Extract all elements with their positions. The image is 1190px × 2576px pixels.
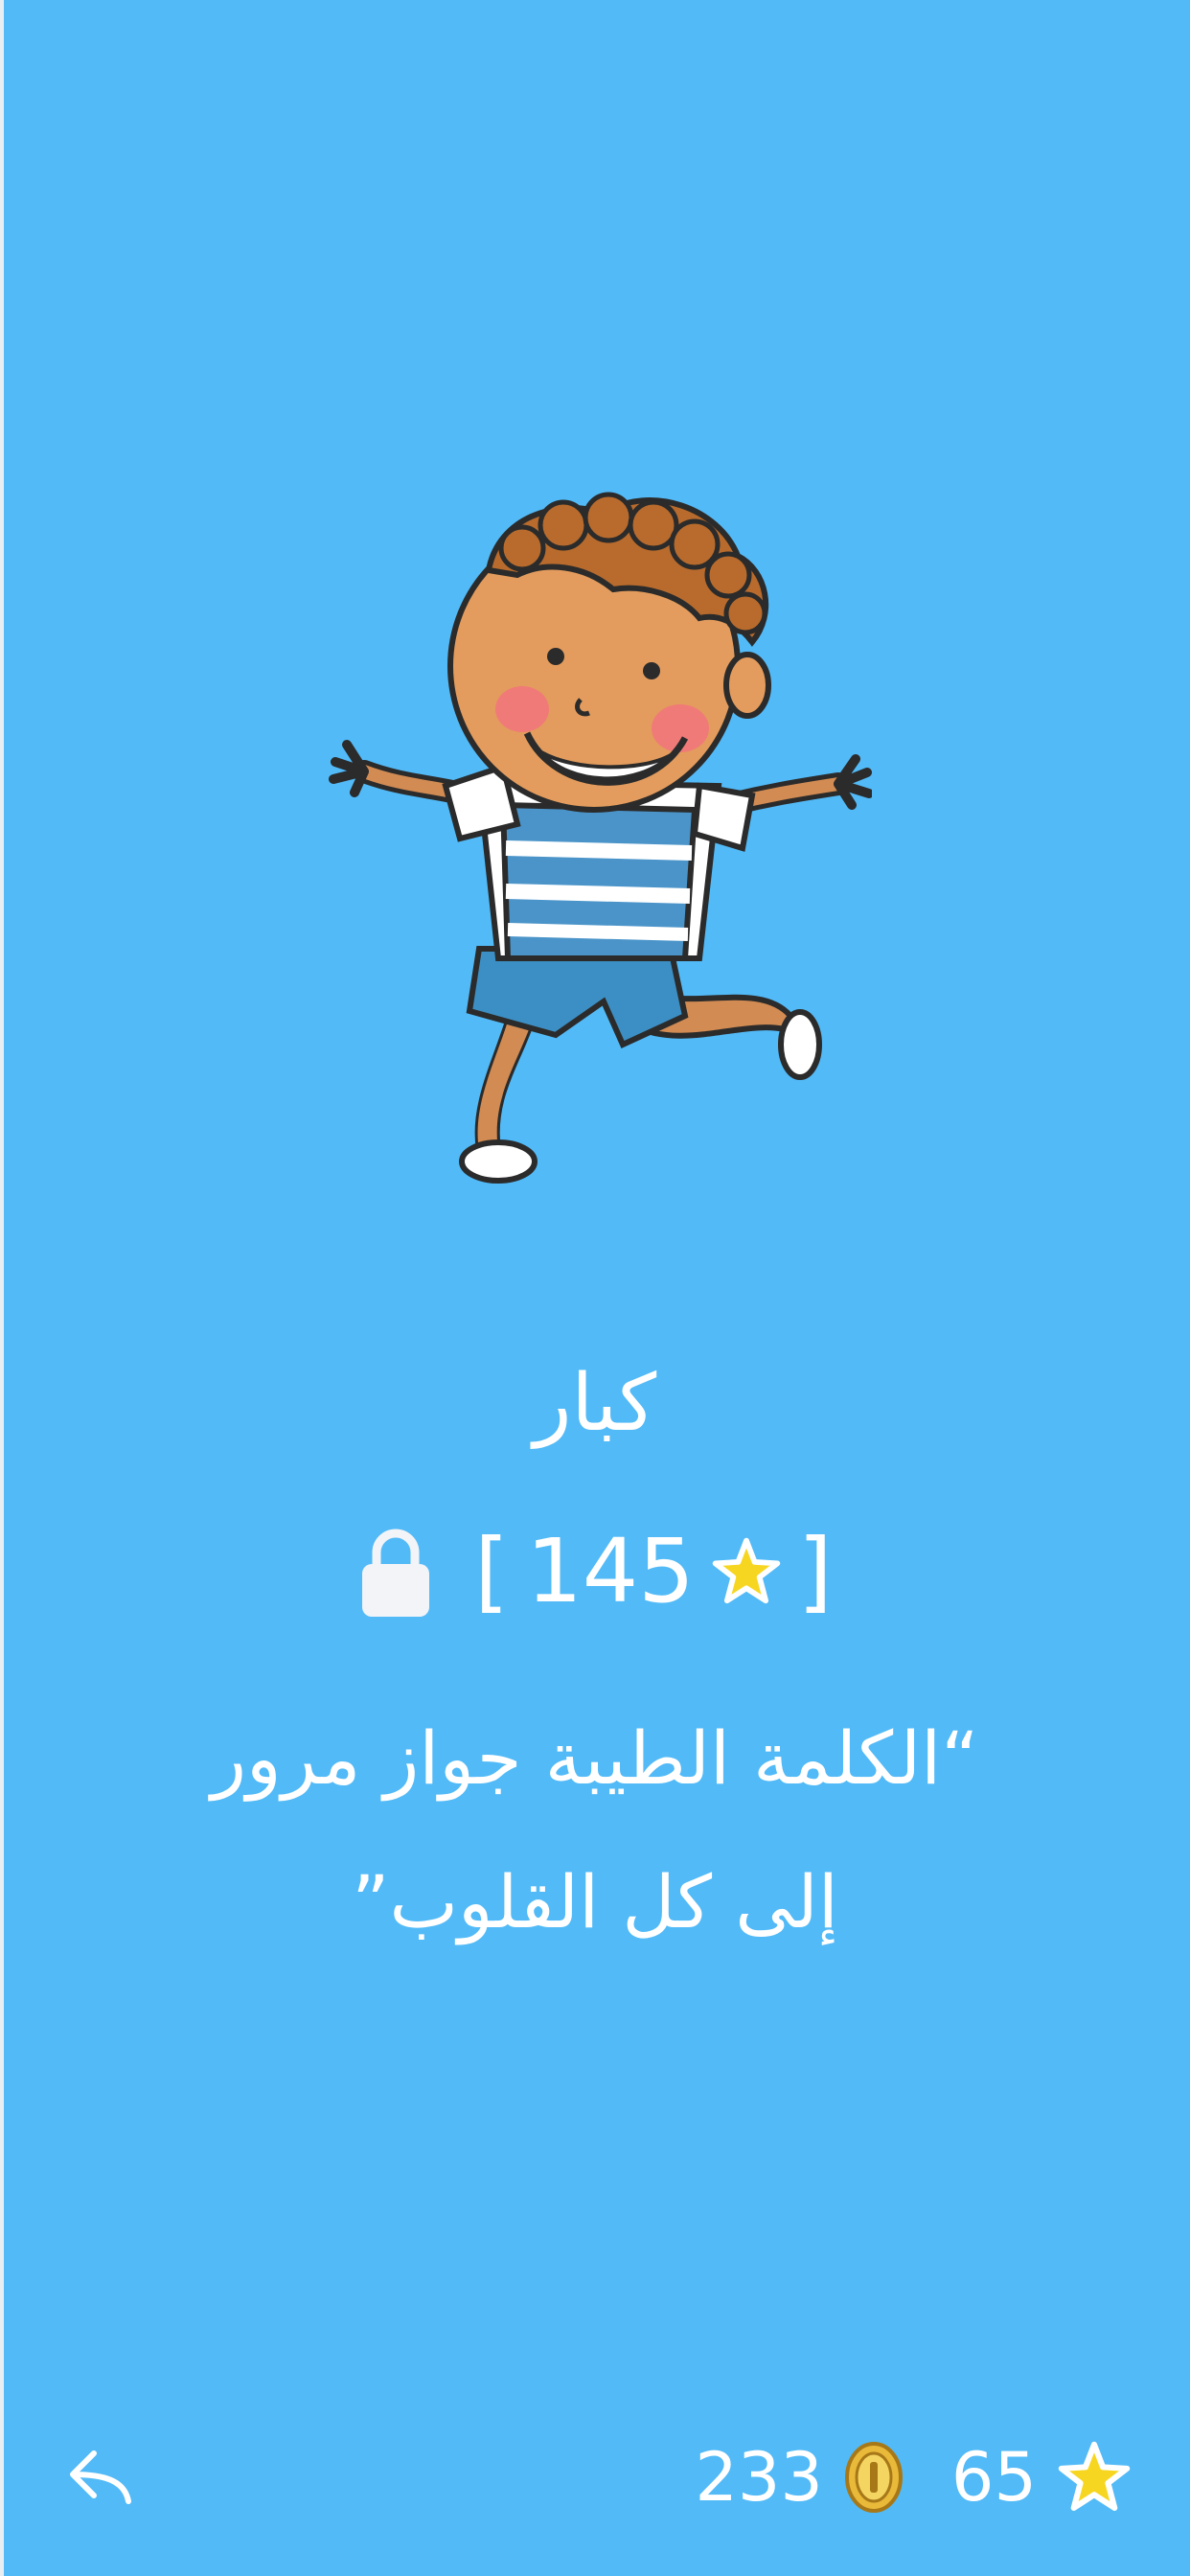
required-stars: [ 145 ] [474, 1519, 832, 1624]
level-requirement: [ 145 ] [0, 1514, 1190, 1629]
coin-count: 233 [695, 2438, 823, 2517]
bracket-close: ] [797, 1520, 833, 1622]
boy-character-illustration [329, 492, 872, 1184]
quote-line-1: “الكلمة الطيبة جواز مرور [211, 1715, 979, 1801]
required-stars-value: 145 [526, 1520, 695, 1622]
coin-counter: 233 [695, 2434, 904, 2520]
reply-arrow-icon[interactable] [65, 2442, 134, 2511]
star-icon [712, 1537, 781, 1604]
level-title: كبار [533, 1358, 657, 1449]
bracket-open: [ [474, 1520, 510, 1622]
star-icon [1058, 2441, 1131, 2511]
left-edge-border [0, 0, 4, 2576]
stats-bar: 233 65 [695, 2425, 1131, 2530]
star-counter: 65 [951, 2434, 1131, 2520]
coin-icon [844, 2442, 903, 2513]
quote-line-2: إلى كل القلوب” [352, 1859, 838, 1944]
bottom-bar: 233 65 [0, 2425, 1190, 2530]
lock-icon [362, 1529, 430, 1617]
level-quote: “الكلمة الطيبة جواز مرور إلى كل القلوب” [115, 1687, 1075, 1974]
star-count: 65 [950, 2438, 1037, 2517]
